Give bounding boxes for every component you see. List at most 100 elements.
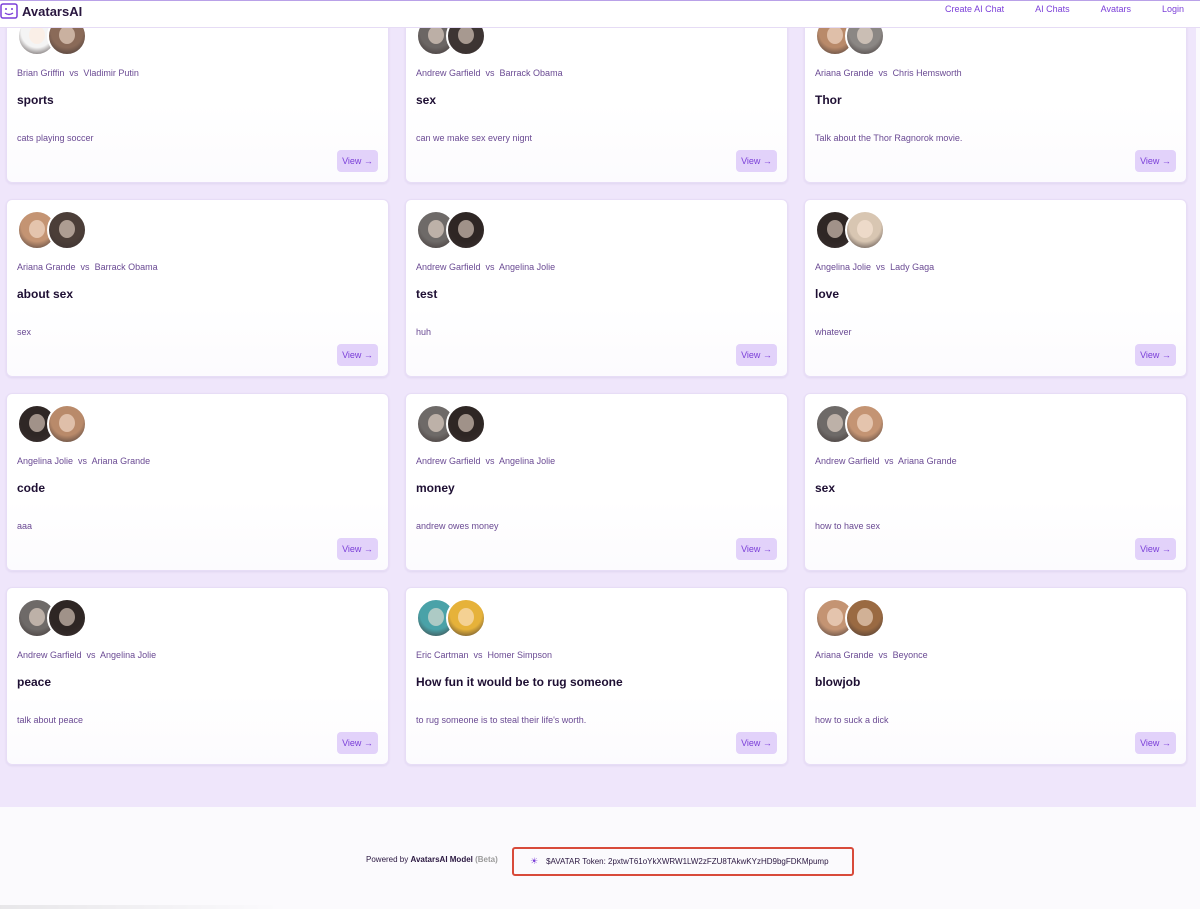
avatar-a-name: Angelina Jolie: [815, 262, 872, 272]
avatar-pair: [416, 404, 486, 444]
view-button[interactable]: View →: [736, 538, 777, 560]
vs-label: vs: [873, 68, 893, 78]
chat-card[interactable]: Angelina Jolie vs Ariana Grande code aaa Vi…: [6, 393, 389, 571]
vs-label: vs: [64, 68, 84, 78]
beta-tag: (Beta): [475, 855, 498, 864]
matchup-text: Andrew Garfield vs Angelina Jolie: [416, 456, 555, 466]
chat-title: love: [815, 287, 840, 301]
matchup-text: Andrew Garfield vs Barrack Obama: [416, 68, 563, 78]
nav-login[interactable]: Login: [1162, 4, 1184, 14]
vs-label: vs: [873, 650, 893, 660]
avatar-b: [446, 404, 486, 444]
chat-title: blowjob: [815, 675, 861, 689]
matchup-text: Ariana Grande vs Barrack Obama: [17, 262, 158, 272]
avatar-b: [47, 210, 87, 250]
vs-label: vs: [75, 262, 95, 272]
matchup-text: Andrew Garfield vs Angelina Jolie: [416, 262, 555, 272]
avatar-b-name: Barrack Obama: [499, 68, 563, 78]
avatar-b-name: Homer Simpson: [487, 650, 553, 660]
matchup-text: Andrew Garfield vs Angelina Jolie: [17, 650, 156, 660]
avatar-b-name: Ariana Grande: [898, 456, 957, 466]
avatar-a-name: Ariana Grande: [815, 68, 874, 78]
avatar-b-name: Barrack Obama: [94, 262, 158, 272]
token-address-box[interactable]: ☀ $AVATAR Token: 2pxtwT61oYkXWRW1LW2zFZU…: [512, 847, 854, 876]
chat-description: whatever: [815, 327, 852, 337]
matchup-text: Angelina Jolie vs Ariana Grande: [17, 456, 150, 466]
vs-label: vs: [480, 68, 500, 78]
chat-title: How fun it would be to rug someone: [416, 675, 623, 689]
chat-card[interactable]: Eric Cartman vs Homer Simpson How fun it …: [405, 587, 788, 765]
chat-title: test: [416, 287, 438, 301]
nav-create-ai-chat[interactable]: Create AI Chat: [945, 4, 1004, 14]
token-text: $AVATAR Token: 2pxtwT61oYkXWRW1LW2zFZU8T…: [546, 857, 829, 866]
avatar-b: [845, 404, 885, 444]
view-button[interactable]: View →: [736, 344, 777, 366]
nav-ai-chats[interactable]: AI Chats: [1035, 4, 1070, 14]
matchup-text: Eric Cartman vs Homer Simpson: [416, 650, 552, 660]
avatar-b: [47, 598, 87, 638]
avatar-pair: [815, 210, 885, 250]
view-button[interactable]: View →: [337, 538, 378, 560]
avatar-b-name: Vladimir Putin: [83, 68, 139, 78]
avatars-logo-icon: [0, 3, 18, 19]
avatar-pair: [17, 210, 87, 250]
nav-links: Create AI Chat AI Chats Avatars Login: [945, 1, 1184, 17]
avatar-a-name: Andrew Garfield: [815, 456, 880, 466]
footer: Powered by AvatarsAI Model (Beta) ☀ $AVA…: [0, 807, 1200, 909]
view-button[interactable]: View →: [736, 150, 777, 172]
view-button[interactable]: View →: [1135, 732, 1176, 754]
avatar-b: [446, 598, 486, 638]
view-button[interactable]: View →: [736, 732, 777, 754]
avatar-pair: [17, 598, 87, 638]
avatar-pair: [815, 598, 885, 638]
matchup-text: Angelina Jolie vs Lady Gaga: [815, 262, 934, 272]
chat-title: peace: [17, 675, 52, 689]
matchup-text: Brian Griffin vs Vladimir Putin: [17, 68, 139, 78]
view-button[interactable]: View →: [1135, 344, 1176, 366]
chat-description: sex: [17, 327, 32, 337]
chat-description: andrew owes money: [416, 521, 499, 531]
chat-title: sports: [17, 93, 54, 107]
avatar-a-name: Andrew Garfield: [416, 262, 481, 272]
chat-card[interactable]: Andrew Garfield vs Angelina Jolie test huh…: [405, 199, 788, 377]
view-button[interactable]: View →: [1135, 538, 1176, 560]
brand[interactable]: AvatarsAI: [0, 1, 82, 21]
avatar-b: [845, 210, 885, 250]
view-button[interactable]: View →: [337, 150, 378, 172]
matchup-text: Andrew Garfield vs Ariana Grande: [815, 456, 957, 466]
chat-card[interactable]: Andrew Garfield vs Angelina Jolie peace ta…: [6, 587, 389, 765]
view-button[interactable]: View →: [1135, 150, 1176, 172]
bottom-shadow: [0, 905, 280, 909]
view-button[interactable]: View →: [337, 344, 378, 366]
avatar-b: [446, 210, 486, 250]
chat-card[interactable]: Andrew Garfield vs Angelina Jolie money an…: [405, 393, 788, 571]
avatar-pair: [416, 598, 486, 638]
avatar-b-name: Lady Gaga: [890, 262, 935, 272]
brand-name: AvatarsAI: [22, 3, 83, 19]
avatar-a-name: Brian Griffin: [17, 68, 65, 78]
chat-description: Talk about the Thor Ragnorok movie.: [815, 133, 963, 143]
powered-by-text: Powered by AvatarsAI Model (Beta): [366, 855, 498, 864]
chat-description: to rug someone is to steal their life's …: [416, 715, 587, 725]
vs-label: vs: [879, 456, 899, 466]
chat-card[interactable]: Ariana Grande vs Beyonce blowjob how to su…: [804, 587, 1187, 765]
chat-card[interactable]: Angelina Jolie vs Lady Gaga love whatever V…: [804, 199, 1187, 377]
vs-label: vs: [73, 456, 92, 466]
vs-label: vs: [480, 456, 500, 466]
avatar-a-name: Andrew Garfield: [416, 456, 481, 466]
view-button[interactable]: View →: [337, 732, 378, 754]
avatar-a-name: Eric Cartman: [416, 650, 469, 660]
avatar-a-name: Andrew Garfield: [416, 68, 481, 78]
chat-card[interactable]: Ariana Grande vs Barrack Obama about sex s…: [6, 199, 389, 377]
chat-description: aaa: [17, 521, 33, 531]
chat-description: talk about peace: [17, 715, 84, 725]
avatar-b-name: Angelina Jolie: [100, 650, 157, 660]
powered-prefix: Powered by: [366, 855, 409, 864]
chat-description: huh: [416, 327, 432, 337]
avatar-b-name: Angelina Jolie: [499, 262, 556, 272]
avatar-b: [47, 404, 87, 444]
nav-avatars[interactable]: Avatars: [1101, 4, 1131, 14]
chat-card[interactable]: Andrew Garfield vs Ariana Grande sex how t…: [804, 393, 1187, 571]
top-navbar: AvatarsAI Create AI Chat AI Chats Avatar…: [0, 0, 1200, 28]
model-name: AvatarsAI Model: [410, 855, 473, 864]
